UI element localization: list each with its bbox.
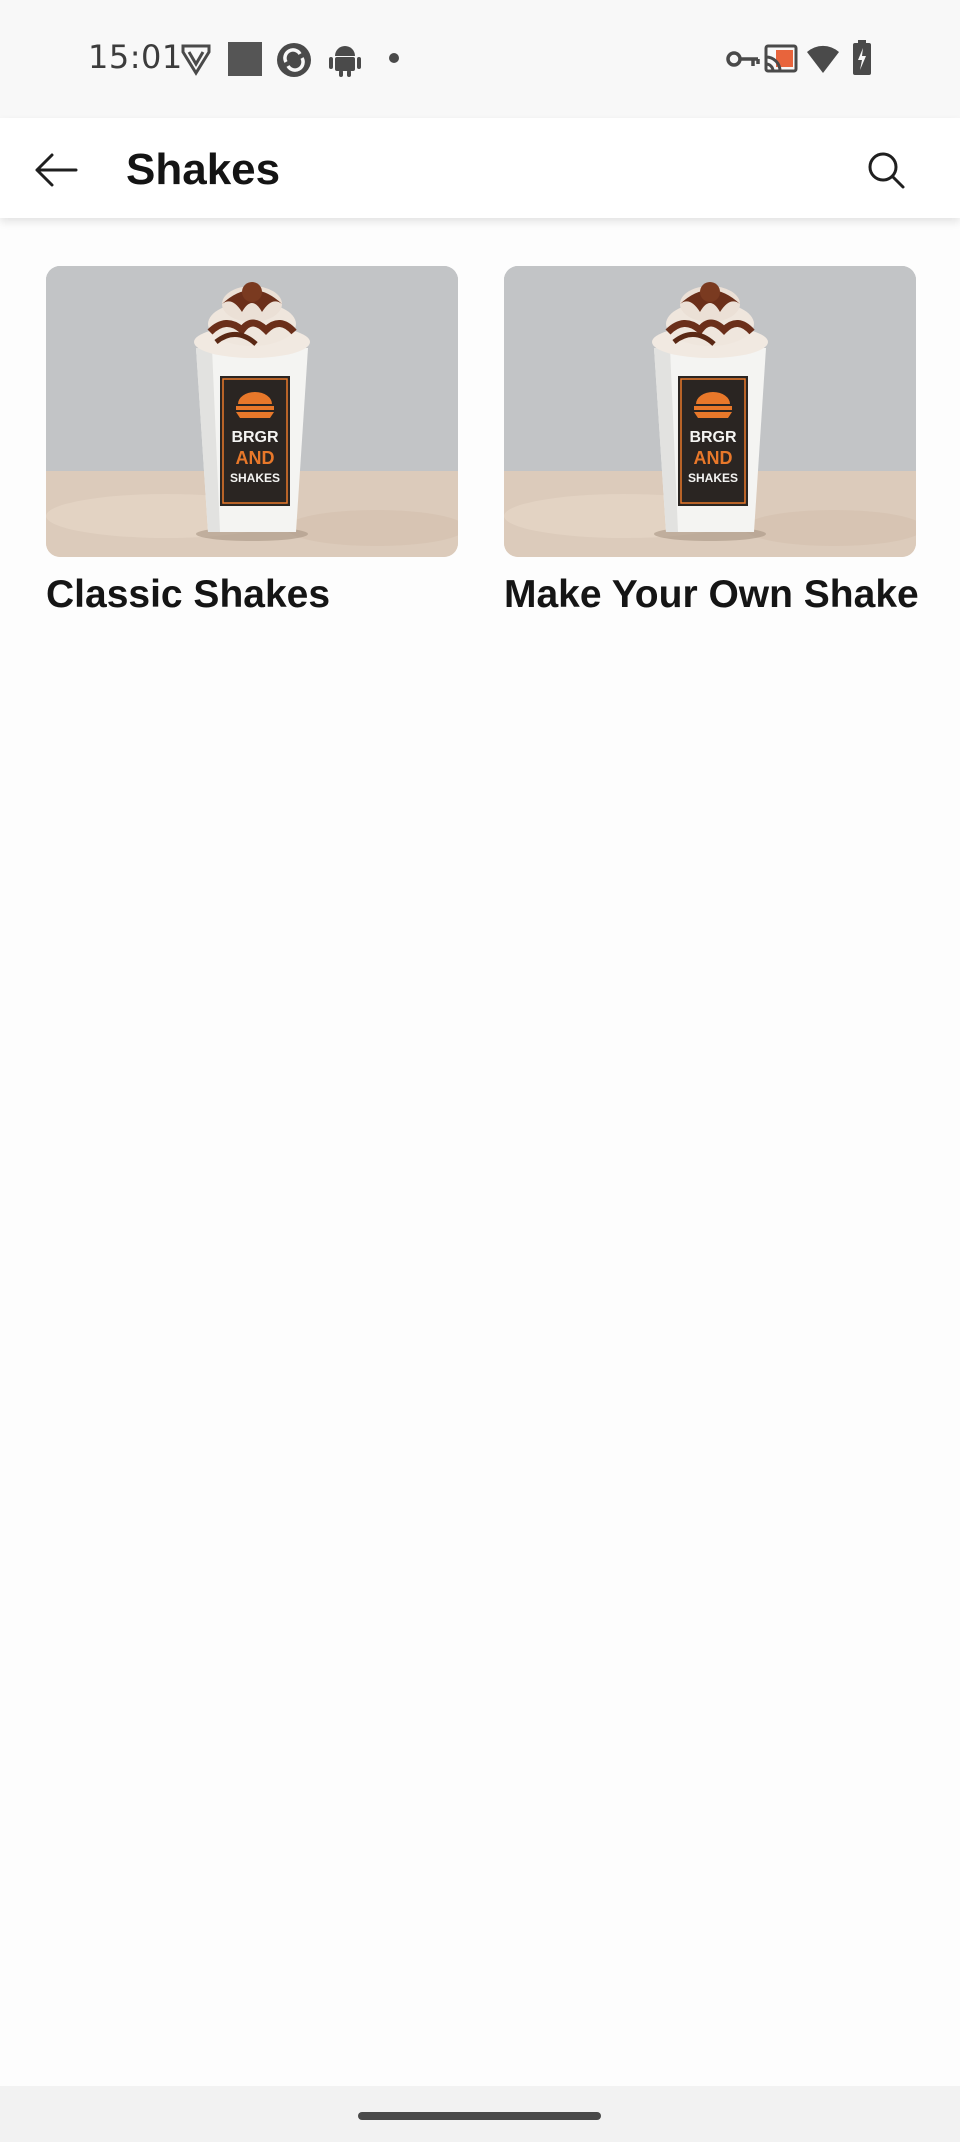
product-name: Make Your Own Shake <box>504 573 919 616</box>
back-button[interactable] <box>28 142 84 198</box>
wifi-icon <box>807 45 839 73</box>
cup-logo-line2: AND <box>236 448 275 468</box>
cup-logo-line1: BRGR <box>231 429 279 446</box>
cup-logo-line2: AND <box>694 448 733 468</box>
search-button[interactable] <box>858 142 914 198</box>
cast-icon <box>764 44 798 73</box>
dot-icon <box>389 53 399 63</box>
cup-logo-line3: SHAKES <box>230 471 280 485</box>
page-title: Shakes <box>126 145 281 194</box>
key-icon <box>726 51 760 67</box>
product-name: Classic Shakes <box>46 573 331 616</box>
arrow-left-icon <box>35 153 78 187</box>
search-icon <box>868 152 905 189</box>
android-icon <box>329 46 361 77</box>
milkshake-cup-photo: BRGR AND SHAKES <box>46 266 458 557</box>
sync-circle-icon <box>277 43 311 77</box>
home-gesture-handle[interactable] <box>358 2112 601 2120</box>
product-card-make-your-own-shake[interactable]: BRGR AND SHAKES Make Your Own Shake <box>504 266 919 619</box>
cup-logo-line1: BRGR <box>689 429 737 446</box>
status-time: 15:01 <box>88 38 183 76</box>
system-nav-bar <box>0 2086 960 2142</box>
product-card-classic-shakes[interactable]: BRGR AND SHAKES Classic Shakes <box>46 266 458 619</box>
cup-logo-line3: SHAKES <box>688 471 738 485</box>
square-app-icon <box>228 42 262 76</box>
status-bar: 15:01 <box>0 0 960 118</box>
shield-v-icon <box>181 44 211 76</box>
app-bar: Shakes <box>0 118 960 218</box>
milkshake-cup-photo: BRGR AND SHAKES <box>504 266 916 557</box>
battery-charging-icon <box>853 40 871 75</box>
